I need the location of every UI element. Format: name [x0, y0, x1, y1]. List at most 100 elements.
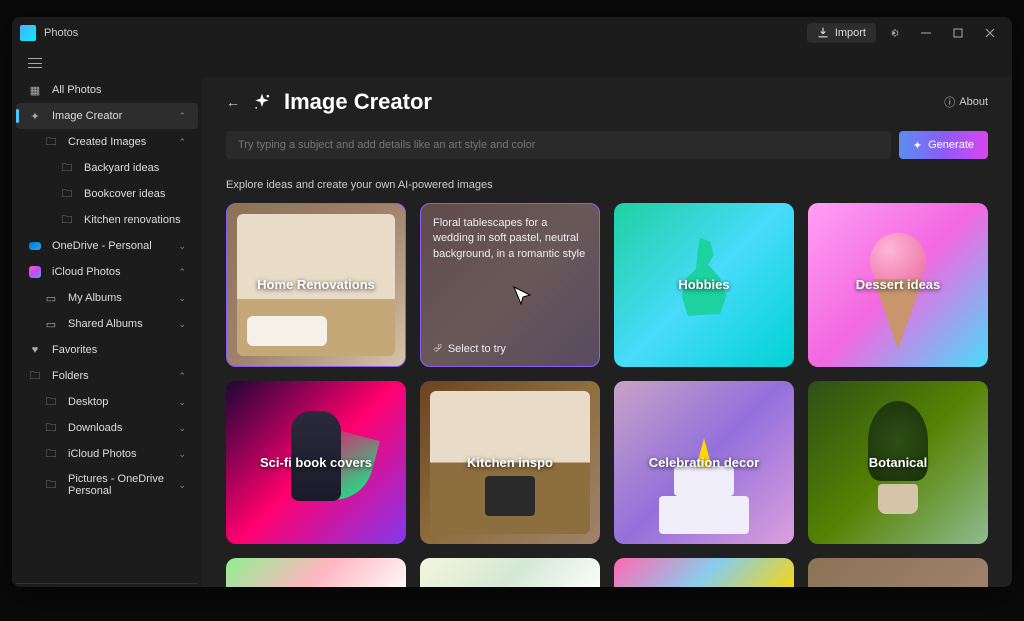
- gear-icon: [889, 28, 899, 38]
- chevron-up-icon: ⌃: [178, 111, 186, 122]
- prompt-input[interactable]: [226, 131, 891, 159]
- card-partial[interactable]: [420, 558, 600, 587]
- card-scifi-book-covers[interactable]: Sci-fi book covers: [226, 381, 406, 545]
- folder-icon: 🗀: [60, 213, 74, 227]
- card-title: Botanical: [859, 455, 938, 470]
- back-button[interactable]: ←: [226, 94, 240, 110]
- maximize-icon: [953, 28, 963, 38]
- heart-icon: ♥: [28, 343, 42, 357]
- card-prompt: Floral tablescapes for a wedding in soft…: [433, 216, 587, 262]
- album-icon: ▭: [44, 291, 58, 305]
- photos-icon: ▦: [28, 83, 42, 97]
- sidebar: ▦ All Photos ✦ Image Creator ⌃ 🗀 Created…: [12, 77, 202, 587]
- explore-label: Explore ideas and create your own AI-pow…: [226, 179, 988, 191]
- card-partial[interactable]: [226, 558, 406, 587]
- nav-label: Image Creator: [52, 110, 122, 122]
- about-label: About: [959, 96, 988, 108]
- album-icon: ▭: [44, 317, 58, 331]
- app-icon: [20, 25, 36, 41]
- generate-label: Generate: [928, 139, 974, 151]
- card-title: Sci-fi book covers: [250, 455, 382, 470]
- nav-shared-albums[interactable]: ▭ Shared Albums ⌄: [16, 311, 198, 337]
- nav-all-photos[interactable]: ▦ All Photos: [16, 77, 198, 103]
- nav-label: Shared Albums: [68, 318, 143, 330]
- nav-favorites[interactable]: ♥ Favorites: [16, 337, 198, 363]
- import-button[interactable]: Import: [807, 23, 876, 43]
- chevron-down-icon: ⌄: [178, 449, 186, 460]
- chevron-up-icon: ⌃: [178, 371, 186, 382]
- chevron-down-icon: ⌄: [178, 241, 186, 252]
- nav-label: Bookcover ideas: [84, 188, 165, 200]
- select-to-try[interactable]: ⮰ Select to try: [433, 343, 506, 356]
- nav-image-creator[interactable]: ✦ Image Creator ⌃: [16, 103, 198, 129]
- nav-label: Created Images: [68, 136, 146, 148]
- card-botanical[interactable]: Botanical: [808, 381, 988, 545]
- nav-label: iCloud Photos: [68, 448, 137, 460]
- nav-label: Desktop: [68, 396, 108, 408]
- nav-my-albums[interactable]: ▭ My Albums ⌄: [16, 285, 198, 311]
- chevron-down-icon: ⌄: [178, 480, 186, 491]
- nav-icloud[interactable]: iCloud Photos ⌃: [16, 259, 198, 285]
- sparkle-icon: [252, 92, 272, 112]
- info-icon: ⓘ: [944, 94, 955, 110]
- icloud-icon: [28, 265, 42, 279]
- chevron-down-icon: ⌄: [178, 319, 186, 330]
- card-title: Hobbies: [668, 277, 739, 292]
- about-link[interactable]: ⓘ About: [944, 94, 988, 110]
- nav-label: Pictures - OneDrive Personal: [68, 473, 168, 497]
- nav-backyard[interactable]: 🗀 Backyard ideas: [16, 155, 198, 181]
- titlebar: Photos Import: [12, 17, 1012, 49]
- card-hobbies[interactable]: Hobbies: [614, 203, 794, 367]
- card-floral-tablescapes[interactable]: Floral tablescapes for a wedding in soft…: [420, 203, 600, 367]
- folder-icon: 🗀: [44, 478, 58, 492]
- folder-icon: 🗀: [44, 447, 58, 461]
- storage-section: ☁ Microsoft Storage ⌄ 2.2 GB used of 5 G…: [16, 583, 198, 587]
- card-title: Dessert ideas: [846, 277, 951, 292]
- nav-bookcover[interactable]: 🗀 Bookcover ideas: [16, 181, 198, 207]
- card-partial[interactable]: [614, 558, 794, 587]
- sparkle-icon: ✦: [913, 139, 922, 152]
- maximize-button[interactable]: [944, 19, 972, 47]
- card-dessert-ideas[interactable]: Dessert ideas: [808, 203, 988, 367]
- minimize-button[interactable]: [912, 19, 940, 47]
- card-partial[interactable]: [808, 558, 988, 587]
- card-kitchen-inspo[interactable]: Kitchen inspo: [420, 381, 600, 545]
- nav-label: All Photos: [52, 84, 102, 96]
- chevron-down-icon: ⌄: [178, 397, 186, 408]
- idea-grid: Home Renovations Floral tablescapes for …: [226, 203, 988, 587]
- app-window: Photos Import ▦ All Photos ✦ Ima: [12, 17, 1012, 587]
- nav-label: Favorites: [52, 344, 97, 356]
- settings-button[interactable]: [880, 19, 908, 47]
- nav-label: iCloud Photos: [52, 266, 121, 278]
- chevron-down-icon: ⌄: [178, 423, 186, 434]
- close-icon: [985, 28, 995, 38]
- card-title: Home Renovations: [247, 277, 385, 292]
- nav-onedrive[interactable]: OneDrive - Personal ⌄: [16, 233, 198, 259]
- nav-downloads[interactable]: 🗀 Downloads ⌄: [16, 415, 198, 441]
- chevron-up-icon: ⌃: [178, 137, 186, 148]
- main-content: ← Image Creator ⓘ About ✦ Generate: [202, 77, 1012, 587]
- nav-desktop[interactable]: 🗀 Desktop ⌄: [16, 389, 198, 415]
- nav-label: Kitchen renovations: [84, 214, 181, 226]
- nav-label: Folders: [52, 370, 89, 382]
- folder-icon: 🗀: [44, 135, 58, 149]
- card-home-renovations[interactable]: Home Renovations: [226, 203, 406, 367]
- sparkle-icon: ✦: [28, 109, 42, 123]
- generate-button[interactable]: ✦ Generate: [899, 131, 988, 159]
- nav-folders[interactable]: 🗀 Folders ⌃: [16, 363, 198, 389]
- close-button[interactable]: [976, 19, 1004, 47]
- nav-pictures-onedrive[interactable]: 🗀 Pictures - OneDrive Personal ⌄: [16, 467, 198, 503]
- card-title: Celebration decor: [639, 455, 770, 470]
- mouse-cursor-icon: [510, 285, 534, 309]
- nav-icloud-folder[interactable]: 🗀 iCloud Photos ⌄: [16, 441, 198, 467]
- nav-label: OneDrive - Personal: [52, 240, 152, 252]
- page-title: Image Creator: [284, 89, 432, 115]
- card-celebration-decor[interactable]: Celebration decor: [614, 381, 794, 545]
- folder-icon: 🗀: [60, 187, 74, 201]
- nav-kitchen-renov[interactable]: 🗀 Kitchen renovations: [16, 207, 198, 233]
- nav-label: Downloads: [68, 422, 122, 434]
- select-try-label: Select to try: [448, 343, 506, 355]
- nav-created-images[interactable]: 🗀 Created Images ⌃: [16, 129, 198, 155]
- hamburger-button[interactable]: [28, 58, 42, 68]
- folder-icon: 🗀: [44, 421, 58, 435]
